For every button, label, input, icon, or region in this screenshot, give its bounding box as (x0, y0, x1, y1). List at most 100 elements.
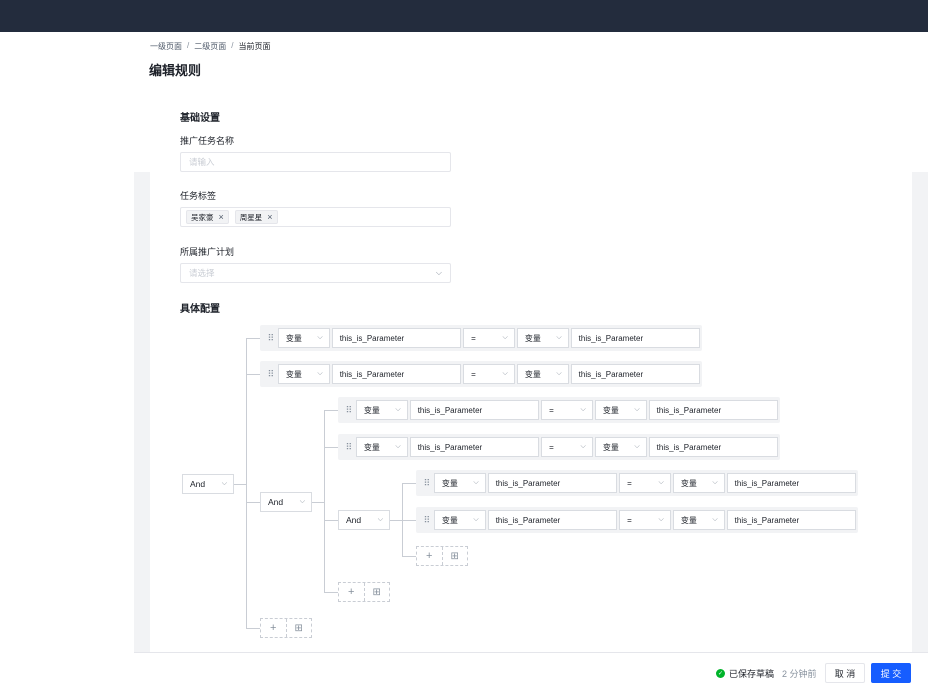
chevron-down-icon: ⌵ (658, 516, 664, 523)
chevron-down-icon: ⌵ (502, 370, 508, 377)
operator-select[interactable]: = ⌵ (541, 400, 593, 420)
logic-operator-select[interactable]: And ⌵ (338, 510, 390, 530)
tag-label: 周星星 (239, 212, 263, 222)
chevron-down-icon: ⌵ (556, 334, 562, 341)
condition-row: ⠿ 变量 ⌵ this_is_Parameter = ⌵ 变量 ⌵ this_is_P… (260, 361, 702, 387)
top-navbar (0, 0, 928, 32)
param-input[interactable]: this_is_Parameter (487, 473, 618, 493)
cancel-button[interactable]: 取 消 (825, 663, 865, 683)
param-input[interactable]: this_is_Parameter (648, 400, 779, 420)
chevron-down-icon: ⌵ (634, 406, 640, 413)
footer-bar: ✓ 已保存草稿 2 分钟前 取 消 提 交 (134, 652, 928, 694)
add-condition-group: + ⊞ (338, 582, 390, 602)
logic-operator-select[interactable]: And ⌵ (182, 474, 234, 494)
plus-icon[interactable]: + (417, 547, 442, 565)
param-input[interactable]: this_is_Parameter (726, 510, 857, 530)
chevron-down-icon: ⌵ (317, 370, 323, 377)
chevron-down-icon: ⌵ (435, 268, 442, 277)
param-input[interactable]: this_is_Parameter (726, 473, 857, 493)
add-condition-group: + ⊞ (260, 618, 312, 638)
section-title-basic: 基础设置 (180, 113, 220, 124)
operator-select[interactable]: = ⌵ (619, 473, 671, 493)
type-select[interactable]: 变量 ⌵ (433, 473, 486, 493)
chevron-down-icon: ⌵ (299, 498, 305, 505)
type-select[interactable]: 变量 ⌵ (277, 364, 330, 384)
condition-row: ⠿ 变量 ⌵ this_is_Parameter = ⌵ 变量 ⌵ this_is_P… (260, 325, 702, 351)
condition-row: ⠿ 变量 ⌵ this_is_Parameter = ⌵ 变量 ⌵ this_is_P… (338, 397, 780, 423)
chevron-down-icon: ⌵ (580, 443, 586, 450)
add-group-icon[interactable]: ⊞ (441, 547, 468, 565)
task-name-label: 推广任务名称 (180, 136, 235, 146)
plus-icon[interactable]: + (339, 583, 364, 601)
operator-select[interactable]: = ⌵ (619, 510, 671, 530)
param-input[interactable]: this_is_Parameter (487, 510, 618, 530)
param-input[interactable]: this_is_Parameter (570, 328, 701, 348)
chevron-down-icon: ⌵ (580, 406, 586, 413)
operator-select[interactable]: = ⌵ (463, 364, 515, 384)
chevron-down-icon: ⌵ (317, 334, 323, 341)
plus-icon[interactable]: + (261, 619, 286, 637)
form-card: 基础设置 推广任务名称 请输入 任务标签 吴家豪 × 周星星 × 所属推广计划 请选… (150, 86, 912, 652)
chevron-down-icon: ⌵ (556, 370, 562, 377)
operator-select[interactable]: = ⌵ (541, 437, 593, 457)
chevron-down-icon: ⌵ (658, 479, 664, 486)
type-select[interactable]: 变量 ⌵ (516, 328, 569, 348)
chevron-down-icon: ⌵ (395, 443, 401, 450)
param-input[interactable]: this_is_Parameter (648, 437, 779, 457)
param-input[interactable]: this_is_Parameter (409, 400, 540, 420)
breadcrumb-item[interactable]: 二级页面 (194, 41, 226, 52)
submit-button[interactable]: 提 交 (871, 663, 911, 683)
drag-handle-icon[interactable]: ⠿ (420, 478, 434, 489)
type-select[interactable]: 变量 ⌵ (516, 364, 569, 384)
drag-handle-icon[interactable]: ⠿ (342, 405, 356, 416)
chevron-down-icon: ⌵ (377, 516, 383, 523)
section-title-config: 具体配置 (180, 304, 220, 315)
type-select[interactable]: 变量 ⌵ (672, 473, 725, 493)
task-tags-label: 任务标签 (180, 191, 217, 201)
chevron-down-icon: ⌵ (395, 406, 401, 413)
main-content: 一级页面 / 二级页面 / 当前页面 编辑规则 基础设置 推广任务名称 请输入 … (134, 32, 928, 694)
type-select[interactable]: 变量 ⌵ (594, 400, 647, 420)
condition-row: ⠿ 变量 ⌵ this_is_Parameter = ⌵ 变量 ⌵ this_is_P… (416, 470, 858, 496)
drag-handle-icon[interactable]: ⠿ (342, 442, 356, 453)
drag-handle-icon[interactable]: ⠿ (264, 333, 278, 344)
page-title: 编辑规则 (149, 63, 202, 78)
type-select[interactable]: 变量 ⌵ (672, 510, 725, 530)
breadcrumb-item[interactable]: 一级页面 (150, 41, 182, 52)
type-select[interactable]: 变量 ⌵ (594, 437, 647, 457)
breadcrumb-item-current: 当前页面 (238, 42, 271, 51)
draft-status: ✓ 已保存草稿 2 分钟前 (716, 667, 817, 680)
type-select[interactable]: 变量 ⌵ (433, 510, 486, 530)
breadcrumb: 一级页面 / 二级页面 / 当前页面 (150, 41, 271, 52)
chevron-down-icon: ⌵ (634, 443, 640, 450)
check-circle-icon: ✓ (716, 669, 725, 678)
tree-connector (246, 338, 247, 628)
task-tags-input[interactable]: 吴家豪 × 周星星 × (180, 207, 451, 227)
add-group-icon[interactable]: ⊞ (363, 583, 390, 601)
type-select[interactable]: 变量 ⌵ (355, 437, 408, 457)
add-group-icon[interactable]: ⊞ (285, 619, 312, 637)
plan-select[interactable]: 请选择 ⌵ (180, 263, 451, 283)
tag: 吴家豪 × (186, 210, 229, 224)
param-input[interactable]: this_is_Parameter (409, 437, 540, 457)
param-input[interactable]: this_is_Parameter (331, 364, 462, 384)
chevron-down-icon: ⌵ (473, 479, 479, 486)
tag-label: 吴家豪 (191, 212, 214, 222)
close-icon[interactable]: × (267, 212, 272, 222)
condition-row: ⠿ 变量 ⌵ this_is_Parameter = ⌵ 变量 ⌵ this_is_P… (416, 507, 858, 533)
param-input[interactable]: this_is_Parameter (331, 328, 462, 348)
drag-handle-icon[interactable]: ⠿ (264, 369, 278, 380)
type-select[interactable]: 变量 ⌵ (277, 328, 330, 348)
logic-operator-select[interactable]: And ⌵ (260, 492, 312, 512)
sidebar (0, 32, 134, 694)
close-icon[interactable]: × (219, 212, 224, 222)
draft-status-time: 2 分钟前 (782, 669, 817, 679)
draft-status-text: 已保存草稿 (729, 669, 775, 679)
task-name-input[interactable]: 请输入 (180, 152, 451, 172)
operator-select[interactable]: = ⌵ (463, 328, 515, 348)
param-input[interactable]: this_is_Parameter (570, 364, 701, 384)
drag-handle-icon[interactable]: ⠿ (420, 515, 434, 526)
plan-select-placeholder: 请选择 (189, 268, 215, 278)
type-select[interactable]: 变量 ⌵ (355, 400, 408, 420)
chevron-down-icon: ⌵ (502, 334, 508, 341)
